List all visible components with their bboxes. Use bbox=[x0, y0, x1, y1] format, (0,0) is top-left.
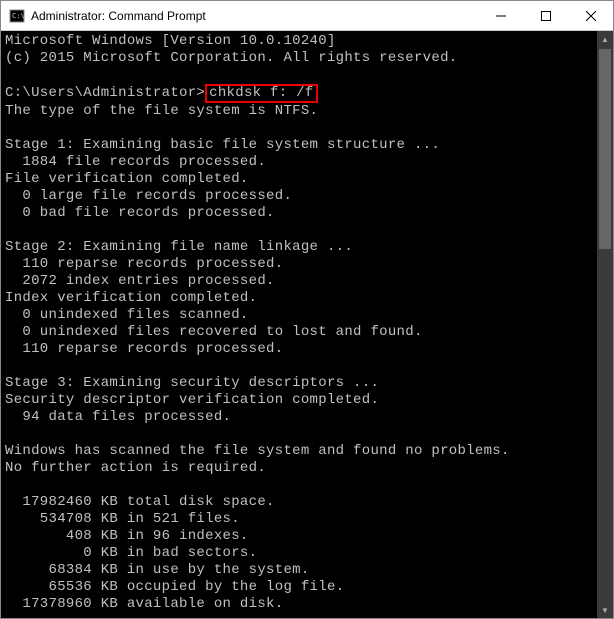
window-buttons bbox=[478, 1, 613, 30]
output-line: 17378960 KB available on disk. bbox=[5, 596, 283, 612]
output-line: Stage 2: Examining file name linkage ... bbox=[5, 239, 353, 255]
svg-text:C:\: C:\ bbox=[12, 12, 25, 20]
output-line: 408 KB in 96 indexes. bbox=[5, 528, 249, 544]
output-line: No further action is required. bbox=[5, 460, 266, 476]
output-line: Security descriptor verification complet… bbox=[5, 392, 379, 408]
window-title: Administrator: Command Prompt bbox=[31, 9, 478, 23]
output-line: 17982460 KB total disk space. bbox=[5, 494, 275, 510]
output-line: 0 unindexed files scanned. bbox=[5, 307, 249, 323]
output-line: Windows has scanned the file system and … bbox=[5, 443, 510, 459]
output-line: 68384 KB in use by the system. bbox=[5, 562, 310, 578]
highlighted-command: chkdsk f: /f bbox=[205, 84, 317, 103]
output-line: The type of the file system is NTFS. bbox=[5, 103, 318, 119]
output-line: 0 unindexed files recovered to lost and … bbox=[5, 324, 423, 340]
scroll-thumb[interactable] bbox=[599, 49, 611, 249]
output-line: 534708 KB in 521 files. bbox=[5, 511, 240, 527]
scrollbar[interactable]: ▲ ▼ bbox=[597, 31, 613, 618]
output-line: 65536 KB occupied by the log file. bbox=[5, 579, 344, 595]
banner-line: (c) 2015 Microsoft Corporation. All righ… bbox=[5, 50, 457, 66]
banner-line: Microsoft Windows [Version 10.0.10240] bbox=[5, 33, 336, 49]
scroll-up-button[interactable]: ▲ bbox=[597, 31, 613, 47]
output-line: 1884 file records processed. bbox=[5, 154, 266, 170]
minimize-button[interactable] bbox=[478, 1, 523, 30]
titlebar: C:\ Administrator: Command Prompt bbox=[1, 1, 613, 31]
output-line: 0 KB in bad sectors. bbox=[5, 545, 257, 561]
prompt: C:\Users\Administrator> bbox=[5, 85, 205, 101]
output-line: Index verification completed. bbox=[5, 290, 257, 306]
output-line: 110 reparse records processed. bbox=[5, 341, 283, 357]
maximize-button[interactable] bbox=[523, 1, 568, 30]
terminal-output[interactable]: Microsoft Windows [Version 10.0.10240] (… bbox=[1, 31, 613, 618]
output-line: Stage 3: Examining security descriptors … bbox=[5, 375, 379, 391]
output-line: Stage 1: Examining basic file system str… bbox=[5, 137, 440, 153]
close-button[interactable] bbox=[568, 1, 613, 30]
output-line: 0 large file records processed. bbox=[5, 188, 292, 204]
output-line: 110 reparse records processed. bbox=[5, 256, 283, 272]
scroll-down-button[interactable]: ▼ bbox=[597, 602, 613, 618]
command-prompt-window: C:\ Administrator: Command Prompt Micros… bbox=[0, 0, 614, 619]
output-line: 0 bad file records processed. bbox=[5, 205, 275, 221]
cmd-icon: C:\ bbox=[9, 8, 25, 24]
output-line: 94 data files processed. bbox=[5, 409, 231, 425]
output-line: File verification completed. bbox=[5, 171, 249, 187]
output-line: 2072 index entries processed. bbox=[5, 273, 275, 289]
